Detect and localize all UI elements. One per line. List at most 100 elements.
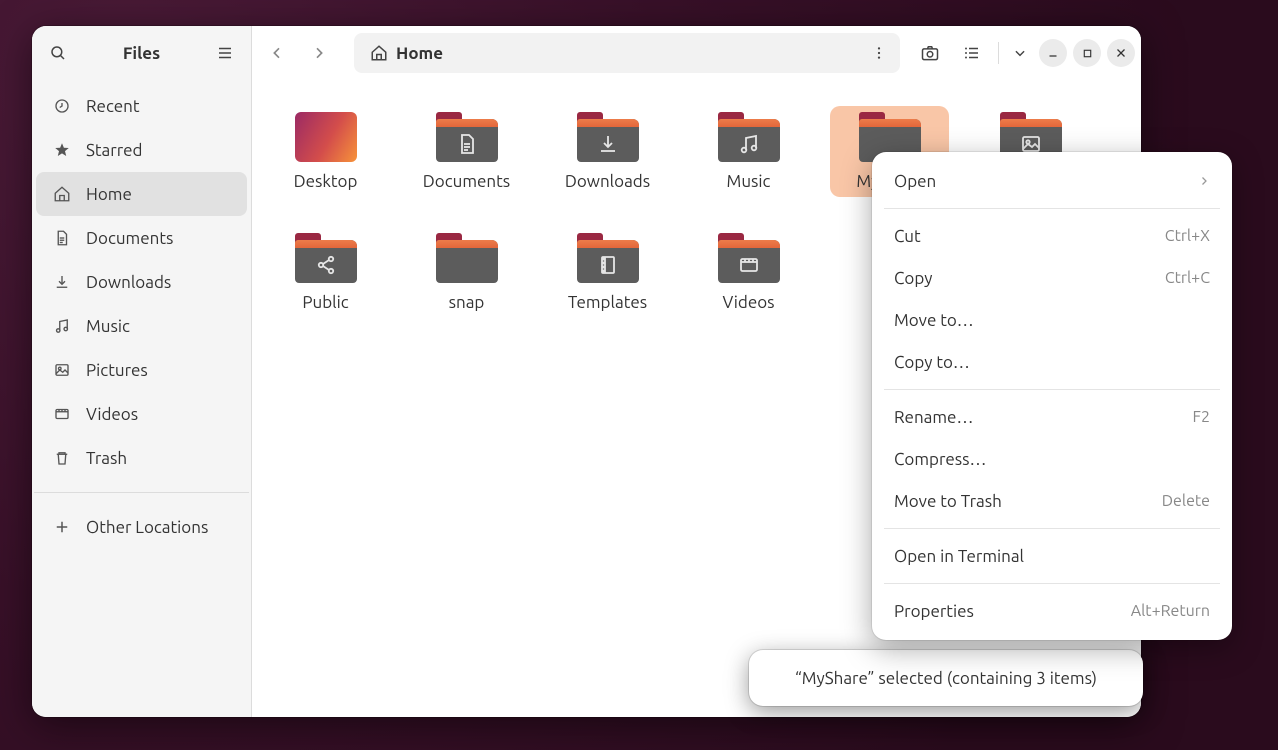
context-menu: Open CutCtrl+XCopyCtrl+C Move to… Copy to… R… — [872, 152, 1232, 640]
context-menu-label: Copy to… — [894, 353, 970, 372]
video-icon — [737, 253, 761, 277]
window-close-button[interactable] — [1107, 39, 1135, 67]
context-menu-separator — [884, 528, 1220, 529]
sidebar-item-other-locations[interactable]: Other Locations — [36, 505, 247, 549]
folder-label: Documents — [423, 172, 510, 191]
folder-item[interactable]: Music — [689, 106, 808, 197]
folder-label: Desktop — [294, 172, 358, 191]
context-menu-shortcut: Ctrl+C — [1165, 269, 1210, 287]
context-menu-separator — [884, 389, 1220, 390]
screenshot-button[interactable] — [912, 35, 948, 71]
document-icon — [455, 132, 479, 156]
music-icon — [53, 317, 71, 335]
path-options-button[interactable] — [864, 38, 894, 68]
context-menu-item[interactable]: Move to Trash Delete — [880, 480, 1224, 522]
context-menu-label: Move to… — [894, 311, 974, 330]
sidebar-item-videos[interactable]: Videos — [36, 392, 247, 436]
folder-label: Templates — [568, 293, 647, 312]
path-location[interactable]: Home — [360, 44, 453, 63]
view-list-button[interactable] — [954, 35, 990, 71]
sidebar-item-pictures[interactable]: Pictures — [36, 348, 247, 392]
context-menu-label: Rename… — [894, 408, 973, 427]
context-menu-item[interactable]: Open in Terminal — [880, 535, 1224, 577]
folder-icon — [577, 233, 639, 283]
templates-icon — [596, 253, 620, 277]
hamburger-button[interactable] — [205, 33, 245, 73]
desktop-icon — [295, 112, 357, 162]
camera-icon — [920, 43, 940, 63]
chevron-right-icon — [1198, 175, 1210, 187]
path-bar: Home — [354, 33, 900, 73]
folder-item[interactable]: Videos — [689, 227, 808, 318]
sidebar-item-documents[interactable]: Documents — [36, 216, 247, 260]
folder-item[interactable]: Desktop — [266, 106, 385, 197]
sidebar-item-label: Pictures — [86, 361, 148, 380]
nav-forward-button[interactable] — [300, 34, 338, 72]
document-icon — [53, 229, 71, 247]
sidebar-divider — [34, 492, 249, 493]
folder-icon — [436, 233, 498, 283]
folder-item[interactable]: Documents — [407, 106, 526, 197]
folder-label: snap — [449, 293, 485, 312]
kebab-icon — [871, 45, 887, 61]
download-icon — [596, 132, 620, 156]
close-icon — [1115, 47, 1127, 59]
path-pill[interactable]: Home — [354, 33, 900, 73]
folder-icon — [718, 233, 780, 283]
pictures-icon — [53, 361, 71, 379]
home-icon-wrap — [52, 184, 72, 204]
sidebar-item-label: Downloads — [86, 273, 171, 292]
sidebar-item-label: Home — [86, 185, 132, 204]
search-button[interactable] — [38, 33, 78, 73]
context-menu-item[interactable]: CopyCtrl+C — [880, 257, 1224, 299]
trash-icon — [53, 449, 71, 467]
context-menu-item[interactable]: Compress… — [880, 438, 1224, 480]
folder-icon — [577, 112, 639, 162]
window-minimize-button[interactable] — [1039, 39, 1067, 67]
chevron-left-icon — [269, 45, 285, 61]
folder-item[interactable]: Public — [266, 227, 385, 318]
sidebar-other-section: Other Locations — [32, 501, 251, 553]
sidebar-item-label: Other Locations — [86, 518, 208, 537]
context-menu-shortcut: F2 — [1193, 408, 1210, 426]
search-icon — [49, 44, 67, 62]
context-menu-item[interactable]: CutCtrl+X — [880, 215, 1224, 257]
context-menu-item[interactable]: PropertiesAlt+Return — [880, 590, 1224, 632]
clock-icon — [53, 97, 71, 115]
sidebar-item-recent[interactable]: Recent — [36, 84, 247, 128]
folder-label: Music — [727, 172, 771, 191]
hamburger-icon — [216, 44, 234, 62]
view-options-button[interactable] — [1007, 35, 1033, 71]
folder-icon — [295, 233, 357, 283]
sidebar-item-label: Starred — [86, 141, 143, 160]
sidebar-item-home[interactable]: Home — [36, 172, 247, 216]
folder-item[interactable]: Templates — [548, 227, 667, 318]
sidebar-item-label: Recent — [86, 97, 140, 116]
window-maximize-button[interactable] — [1073, 39, 1101, 67]
context-menu-item[interactable]: Copy to… — [880, 341, 1224, 383]
main-header: Home — [252, 26, 1141, 80]
sidebar-item-music[interactable]: Music — [36, 304, 247, 348]
selection-status-text: “MyShare” selected (containing 3 items) — [795, 669, 1097, 688]
sidebar-item-trash[interactable]: Trash — [36, 436, 247, 480]
sidebar-item-downloads[interactable]: Downloads — [36, 260, 247, 304]
selection-status: “MyShare” selected (containing 3 items) — [749, 650, 1143, 706]
folder-label: Videos — [722, 293, 774, 312]
folder-icon — [436, 112, 498, 162]
app-title: Files — [78, 44, 205, 63]
context-menu-item[interactable]: Open — [880, 160, 1224, 202]
download-icon-wrap — [52, 272, 72, 292]
folder-item[interactable]: Downloads — [548, 106, 667, 197]
context-menu-item[interactable]: Rename… F2 — [880, 396, 1224, 438]
context-menu-item[interactable]: Move to… — [880, 299, 1224, 341]
share-icon — [314, 253, 338, 277]
nav-back-button[interactable] — [258, 34, 296, 72]
sidebar-header: Files — [32, 26, 251, 80]
clock-icon-wrap — [52, 96, 72, 116]
context-menu-label: Open — [894, 172, 936, 191]
context-menu-shortcut: Delete — [1162, 492, 1210, 510]
maximize-icon — [1082, 48, 1093, 59]
sidebar-item-starred[interactable]: Starred — [36, 128, 247, 172]
folder-item[interactable]: snap — [407, 227, 526, 318]
context-menu-label: Move to Trash — [894, 492, 1002, 511]
